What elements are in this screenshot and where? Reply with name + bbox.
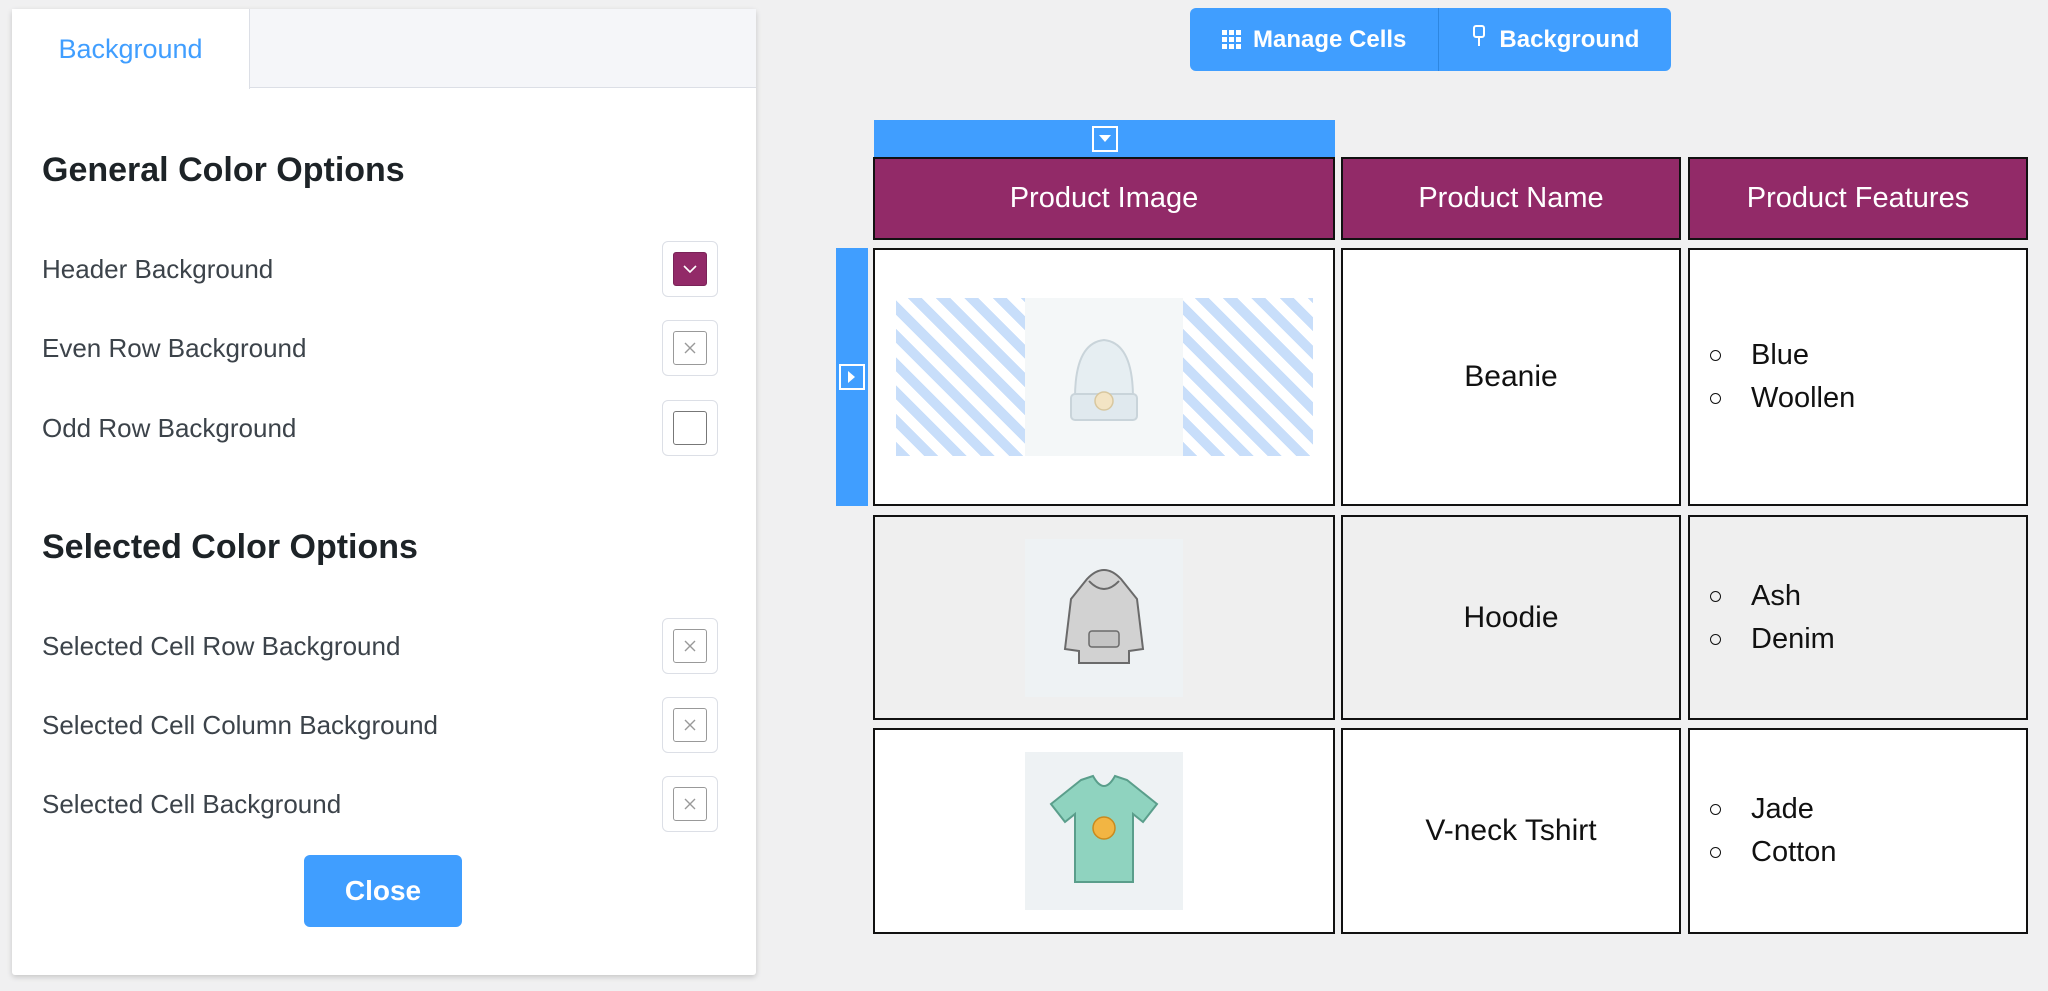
table-cell-name-hoodie[interactable]: Hoodie	[1341, 515, 1681, 720]
selected-cell-background-label: Selected Cell Background	[42, 788, 342, 819]
table-cell-features-hoodie[interactable]: Ash Denim	[1688, 515, 2028, 720]
empty-color-x-icon	[673, 708, 707, 742]
feature-text: Woollen	[1751, 382, 1856, 414]
empty-color-x-icon	[673, 787, 707, 821]
even-row-background-option: Even Row Background	[42, 320, 718, 376]
circle-bullet-icon	[1710, 590, 1721, 602]
list-item: Cotton	[1710, 831, 1836, 874]
header-cell-product-image[interactable]: Product Image	[873, 157, 1335, 240]
tab-background[interactable]: Background	[12, 9, 250, 89]
features-list: Jade Cotton	[1710, 788, 1836, 874]
header-cell-product-name[interactable]: Product Name	[1341, 157, 1681, 240]
empty-color-x-icon	[673, 331, 707, 365]
table-cell-features-tshirt[interactable]: Jade Cotton	[1688, 728, 2028, 934]
feature-text: Jade	[1751, 793, 1814, 825]
selected-cell-row-background-label: Selected Cell Row Background	[42, 630, 401, 661]
panel-tab-bar: Background	[12, 9, 756, 89]
selected-cell-row-background-option: Selected Cell Row Background	[42, 618, 718, 674]
manage-cells-label: Manage Cells	[1253, 25, 1407, 53]
product-name-text: V-neck Tshirt	[1425, 814, 1597, 847]
chevron-down-icon	[673, 252, 707, 286]
row-select-handle[interactable]	[836, 248, 868, 506]
table-cell-name-tshirt[interactable]: V-neck Tshirt	[1341, 728, 1681, 934]
header-cell-product-features[interactable]: Product Features	[1688, 157, 2028, 240]
table-cell-name-beanie[interactable]: Beanie	[1341, 248, 1681, 506]
header-background-color-picker[interactable]	[662, 241, 718, 297]
feature-text: Ash	[1751, 579, 1801, 612]
grid-icon	[1222, 30, 1241, 49]
selected-cell-background-color-picker[interactable]	[662, 776, 718, 832]
odd-row-background-option: Odd Row Background	[42, 400, 718, 456]
odd-row-background-color-picker[interactable]	[662, 400, 718, 456]
features-list: Blue Woollen	[1710, 334, 1855, 420]
white-swatch	[673, 411, 707, 445]
selected-color-options-title: Selected Color Options	[42, 528, 418, 566]
background-label: Background	[1499, 25, 1640, 53]
list-item: Denim	[1710, 618, 1835, 661]
hoodie-image	[1025, 539, 1183, 697]
product-name-text: Hoodie	[1463, 600, 1559, 634]
odd-row-background-label: Odd Row Background	[42, 412, 297, 443]
table-cell-image-tshirt[interactable]	[873, 728, 1335, 934]
background-settings-panel: Background General Color Options Header …	[12, 9, 756, 975]
circle-bullet-icon	[1710, 847, 1721, 858]
manage-cells-button[interactable]: Manage Cells	[1190, 8, 1439, 71]
selected-cell-column-background-color-picker[interactable]	[662, 697, 718, 753]
circle-bullet-icon	[1710, 350, 1721, 361]
selected-cell-column-background-option: Selected Cell Column Background	[42, 697, 718, 753]
empty-color-x-icon	[673, 629, 707, 663]
table-cell-image-beanie[interactable]	[873, 248, 1335, 506]
beanie-image	[1025, 298, 1183, 456]
paint-brush-icon	[1471, 24, 1487, 55]
circle-bullet-icon	[1710, 633, 1721, 645]
selected-cell-column-background-label: Selected Cell Column Background	[42, 709, 438, 740]
even-row-background-color-picker[interactable]	[662, 320, 718, 376]
header-background-label: Header Background	[42, 253, 274, 284]
column-select-handle[interactable]	[874, 120, 1335, 157]
selected-cell-background-option: Selected Cell Background	[42, 776, 718, 832]
caret-right-icon	[839, 364, 865, 390]
table-toolbar: Manage Cells Background	[1190, 8, 1672, 71]
list-item: Blue	[1710, 334, 1855, 377]
table-cell-image-hoodie[interactable]	[873, 515, 1335, 720]
header-background-option: Header Background	[42, 241, 718, 297]
product-name-text: Beanie	[1464, 360, 1558, 393]
list-item: Jade	[1710, 788, 1836, 831]
caret-down-icon	[1091, 125, 1118, 152]
selection-stripes	[1183, 298, 1313, 456]
circle-bullet-icon	[1710, 393, 1721, 404]
table-cell-features-beanie[interactable]: Blue Woollen	[1688, 248, 2028, 506]
list-item: Ash	[1710, 575, 1835, 618]
feature-text: Blue	[1751, 339, 1810, 371]
circle-bullet-icon	[1710, 804, 1721, 815]
selection-stripes	[896, 298, 1026, 456]
background-button[interactable]: Background	[1438, 8, 1672, 71]
tshirt-image	[1025, 752, 1183, 910]
feature-text: Cotton	[1751, 836, 1837, 868]
selected-cell-row-background-color-picker[interactable]	[662, 618, 718, 674]
feature-text: Denim	[1751, 622, 1835, 655]
features-list: Ash Denim	[1710, 575, 1835, 661]
list-item: Woollen	[1710, 377, 1855, 420]
close-button[interactable]: Close	[304, 855, 462, 927]
general-color-options-title: General Color Options	[42, 151, 405, 189]
even-row-background-label: Even Row Background	[42, 332, 307, 363]
